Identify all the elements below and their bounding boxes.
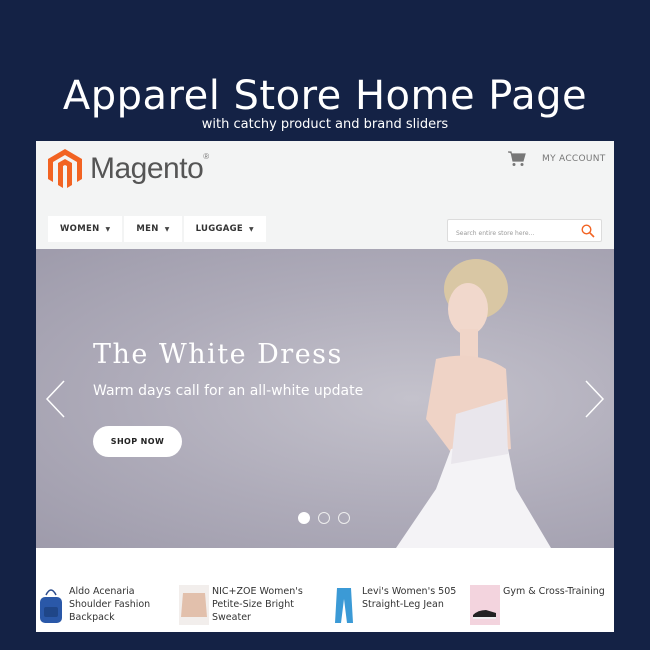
store-header: Magento® MY ACCOUNT WOMEN ▼ MEN ▼ LUGGAG… [36,141,614,249]
nav-item-label: MEN [136,224,159,234]
chevron-down-icon: ▼ [249,225,254,233]
hero-subtitle: Warm days call for an all-white update [93,383,364,399]
store-page: Magento® MY ACCOUNT WOMEN ▼ MEN ▼ LUGGAG… [36,141,614,632]
magento-logo-icon [48,149,82,188]
hero-slider: The White Dress Warm days call for an al… [36,249,614,548]
promo-subtitle: with catchy product and brand sliders [201,117,449,132]
sneaker-thumbnail [470,585,500,625]
product-item[interactable]: Levi's Women's 505 Straight-Leg Jean [329,585,470,632]
search-icon[interactable] [581,224,595,238]
product-item[interactable]: Gym & Cross-Training [470,585,614,632]
nav-item-label: WOMEN [60,224,100,234]
hero-title: The White Dress [93,339,343,370]
nav-item-women[interactable]: WOMEN ▼ [48,216,123,242]
nav-item-label: LUGGAGE [195,224,244,234]
magento-logo[interactable]: Magento® [48,149,209,189]
product-name: Gym & Cross-Training [503,586,605,597]
backpack-thumbnail [40,589,62,623]
chevron-down-icon: ▼ [164,225,170,233]
search-box [447,219,602,244]
nav-item-luggage[interactable]: LUGGAGE ▼ [183,216,266,242]
product-name: NIC+ZOE Women's Petite-Size Bright Sweat… [212,586,303,623]
slider-dot-2[interactable] [318,512,330,524]
product-name: Levi's Women's 505 Straight-Leg Jean [362,586,457,610]
slider-dot-3[interactable] [338,512,350,524]
search-input[interactable] [448,223,568,244]
product-item[interactable]: NIC+ZOE Women's Petite-Size Bright Sweat… [179,585,329,632]
jeans-thumbnail [335,588,353,623]
nav-item-men[interactable]: MEN ▼ [124,216,182,242]
product-slider: Aldo Acenaria Shoulder Fashion Backpack … [36,585,614,632]
product-name: Aldo Acenaria Shoulder Fashion Backpack [69,586,151,623]
chevron-right-icon[interactable] [582,379,606,419]
product-item[interactable]: Aldo Acenaria Shoulder Fashion Backpack [36,585,179,632]
shop-now-button[interactable]: SHOP NOW [93,426,182,457]
sweater-thumbnail [179,585,209,625]
slider-pagination [298,512,350,524]
my-account-link[interactable]: MY ACCOUNT [542,154,606,164]
shopping-cart-icon[interactable] [508,151,526,167]
logo-text: Magento® [90,152,209,185]
chevron-down-icon: ▼ [105,225,111,233]
slider-dot-1[interactable] [298,512,310,524]
chevron-left-icon[interactable] [44,379,68,419]
promo-title: Apparel Store Home Page [62,73,588,119]
model-image [396,259,551,548]
main-nav: WOMEN ▼ MEN ▼ LUGGAGE ▼ [48,216,266,242]
